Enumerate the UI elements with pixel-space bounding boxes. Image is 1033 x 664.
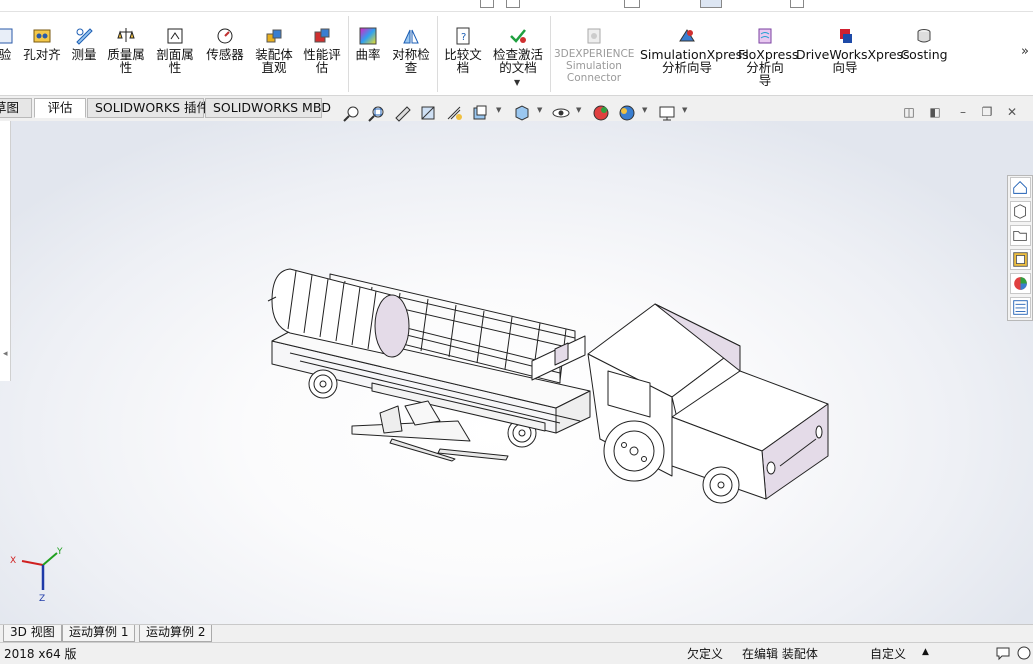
tab-motion-study-1[interactable]: 运动算例 1: [62, 625, 136, 642]
feature-manager-edge[interactable]: ◂: [0, 121, 11, 381]
tool-assemblyxpert[interactable]: 装配体 直观: [252, 26, 296, 74]
graphics-area[interactable]: [0, 121, 1033, 624]
version-text: 2018 x64 版: [4, 647, 77, 661]
quick-access-icon[interactable]: [790, 0, 804, 8]
close-icon[interactable]: ✕: [1004, 104, 1020, 120]
triad-z-label: Z: [39, 594, 45, 604]
tool-hole-alignment[interactable]: 孔对齐: [20, 26, 64, 61]
ribbon-separator: [437, 16, 438, 92]
custom-properties-icon[interactable]: [1010, 297, 1031, 318]
driveworksxpress-icon: [840, 29, 852, 43]
chat-bubble-icon[interactable]: [995, 645, 1011, 661]
restore-pane-icon[interactable]: ◫: [901, 104, 917, 120]
tool-floxpress[interactable]: FloXpress 分析向 导: [738, 26, 798, 87]
view-palette-icon[interactable]: [1010, 249, 1031, 270]
dynamic-annotation-icon[interactable]: [445, 104, 465, 122]
zoom-to-area-icon[interactable]: [367, 104, 387, 122]
curvature-icon: [359, 27, 377, 45]
view-settings-icon[interactable]: [657, 104, 677, 122]
symmetry-check-icon: [403, 29, 419, 44]
tool-curvature[interactable]: 曲率: [352, 26, 384, 61]
chevron-down-icon[interactable]: ▼: [642, 106, 647, 114]
split-pane-icon[interactable]: ◧: [927, 104, 943, 120]
ribbon-separator: [348, 16, 349, 92]
minimize-icon[interactable]: –: [955, 104, 971, 120]
ribbon-separator: [550, 16, 551, 92]
tool-symmetry-check[interactable]: 对称检 查: [388, 26, 434, 74]
simulationxpress-icon: [679, 29, 695, 42]
tab-solidworks-mbd[interactable]: SOLIDWORKS MBD: [205, 98, 331, 118]
tab-motion-study-2[interactable]: 运动算例 2: [139, 625, 213, 642]
display-style-icon[interactable]: [512, 104, 532, 122]
ribbon-more-button[interactable]: »: [1021, 44, 1029, 59]
quick-access-icon[interactable]: [700, 0, 722, 8]
floxpress-icon: [758, 28, 772, 44]
home-icon[interactable]: [1010, 177, 1031, 198]
tool-check[interactable]: 验: [0, 26, 14, 61]
units-arrow-icon[interactable]: ▲: [922, 647, 929, 657]
design-library-icon[interactable]: [1010, 201, 1031, 222]
reference-triad: X Y Z: [8, 545, 68, 605]
tool-section-properties[interactable]: 剖面属 性: [152, 26, 198, 74]
editing-status: 在编辑 装配体: [742, 647, 818, 661]
task-pane: [1007, 175, 1033, 321]
units-selector[interactable]: 自定义: [870, 645, 906, 662]
costing-icon: [917, 29, 931, 43]
tool-check-active-document[interactable]: 检查激活 的文档: [488, 26, 548, 74]
previous-view-icon[interactable]: [393, 104, 413, 122]
edit-appearance-icon[interactable]: [591, 104, 611, 122]
truck-assembly-model[interactable]: [0, 121, 1033, 624]
tab-solidworks-addins[interactable]: SOLIDWORKS 插件: [87, 98, 209, 118]
mass-properties-icon: [117, 28, 135, 42]
assemblyxpert-icon: [266, 29, 282, 43]
performance-evaluation-icon: [314, 28, 330, 43]
triad-x-label: X: [10, 556, 16, 566]
chevron-down-icon[interactable]: ▼: [537, 106, 542, 114]
chevron-down-icon[interactable]: ▼: [514, 78, 520, 87]
3dexperience-icon: [587, 28, 601, 44]
chevron-down-icon[interactable]: ▼: [576, 106, 581, 114]
view-orientation-icon[interactable]: [470, 104, 490, 122]
tool-3dexperience-simulation-connector[interactable]: 3DEXPERIENCE Simulation Connector: [554, 26, 634, 84]
help-icon[interactable]: [1016, 645, 1032, 661]
section-properties-icon: [167, 28, 183, 44]
compare-documents-icon: ?: [456, 27, 470, 45]
hole-alignment-icon: [33, 29, 51, 43]
title-bar-strip: [0, 0, 1033, 12]
definition-status: 欠定义: [687, 647, 724, 661]
tab-evaluate[interactable]: 评估: [34, 98, 86, 118]
tool-compare-documents[interactable]: ? 比较文 档: [440, 26, 486, 74]
triad-y-label: Y: [56, 547, 63, 557]
apply-scene-icon[interactable]: [617, 104, 637, 122]
tab-sketch[interactable]: 草图: [0, 98, 32, 118]
tab-3d-view[interactable]: 3D 视图: [3, 625, 62, 642]
collapse-handle-icon[interactable]: ◂: [3, 349, 8, 359]
check-active-document-icon: [510, 29, 526, 43]
bottom-tabs: 3D 视图 运动算例 1 运动算例 2: [0, 624, 1033, 642]
ribbon-toolbar: 验 孔对齐 测量 质量属 性 剖面属 性 传感器 装配体 直观 性能评 估 曲率…: [0, 12, 1033, 96]
tool-driveworksxpress[interactable]: DriveWorksXpress 向导: [796, 26, 910, 74]
zoom-to-fit-icon[interactable]: [342, 104, 362, 122]
tool-costing[interactable]: Costing: [900, 26, 948, 61]
tool-performance-evaluation[interactable]: 性能评 估: [300, 26, 344, 74]
measure-icon: [76, 28, 93, 45]
svg-text:?: ?: [461, 32, 466, 43]
hide-show-items-icon[interactable]: [551, 104, 571, 122]
status-bar: 2018 x64 版 欠定义 在编辑 装配体 自定义 ▲: [0, 642, 1033, 664]
check-icon: [0, 28, 13, 44]
quick-access-icon[interactable]: [624, 0, 640, 8]
restore-icon[interactable]: ❐: [979, 104, 995, 120]
tool-measure[interactable]: 测量: [68, 26, 100, 61]
tool-simulationxpress[interactable]: SimulationXpress 分析向导: [640, 26, 749, 74]
appearances-icon[interactable]: [1010, 273, 1031, 294]
quick-access-icon[interactable]: [480, 0, 494, 8]
file-explorer-icon[interactable]: [1010, 225, 1031, 246]
tool-sensor[interactable]: 传感器: [202, 26, 248, 61]
quick-access-icon[interactable]: [506, 0, 520, 8]
sensor-icon: [217, 28, 233, 44]
chevron-down-icon[interactable]: ▼: [682, 106, 687, 114]
tool-mass-properties[interactable]: 质量属 性: [104, 26, 148, 74]
section-view-icon[interactable]: [419, 104, 439, 122]
chevron-down-icon[interactable]: ▼: [496, 106, 501, 114]
